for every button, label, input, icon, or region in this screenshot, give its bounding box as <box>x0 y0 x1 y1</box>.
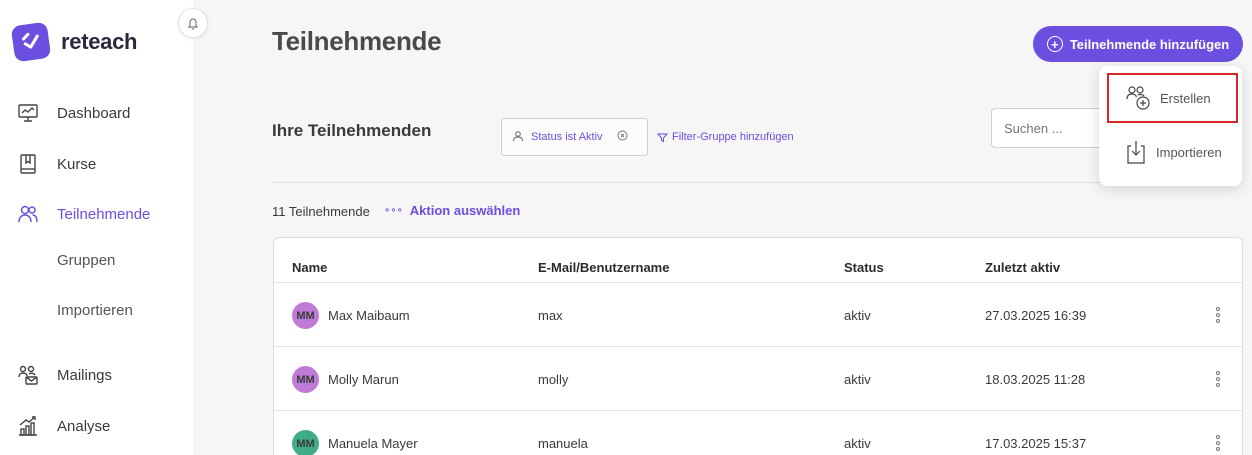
dashboard-icon <box>16 101 40 125</box>
participants-table: Name E-Mail/Benutzername Status Zuletzt … <box>273 237 1243 455</box>
sidebar-item-teilnehmende[interactable]: Teilnehmende <box>0 196 193 232</box>
app-name: reteach <box>61 29 138 54</box>
page-title: Teilnehmende <box>272 26 442 56</box>
sidebar-item-importieren[interactable]: Importieren <box>0 292 193 328</box>
clear-filter-icon[interactable] <box>617 130 628 144</box>
add-participants-button[interactable]: + Teilnehmende hinzufügen <box>1033 26 1243 62</box>
filter-chip-status[interactable]: Status ist Aktiv <box>501 118 648 156</box>
filter-chip-label: Status ist Aktiv <box>531 131 603 143</box>
column-header-status[interactable]: Status <box>844 260 884 275</box>
participant-email: manuela <box>538 436 588 451</box>
notifications-button[interactable] <box>178 8 208 38</box>
participant-last-active: 27.03.2025 16:39 <box>985 308 1087 323</box>
add-participants-label: Teilnehmende hinzufügen <box>1069 36 1230 52</box>
sidebar-item-label: Dashboard <box>57 104 131 122</box>
menu-item-create[interactable]: Erstellen <box>1107 73 1238 123</box>
analytics-icon <box>16 414 40 438</box>
column-header-name[interactable]: Name <box>292 260 327 275</box>
table-row[interactable]: MM Molly Marun molly aktiv 18.03.2025 11… <box>274 346 1242 410</box>
participant-status: aktiv <box>844 436 871 451</box>
plus-circle-icon: + <box>1046 36 1063 52</box>
row-menu-icon[interactable] <box>1210 369 1226 389</box>
sidebar-item-kurse[interactable]: Kurse <box>0 146 193 182</box>
avatar: MM <box>292 302 319 329</box>
book-icon <box>16 152 40 176</box>
row-menu-icon[interactable] <box>1210 305 1226 325</box>
participant-name: Manuela Mayer <box>328 436 418 451</box>
participant-count: 11 Teilnehmende <box>272 204 370 219</box>
add-filter-group-label: Filter-Gruppe hinzufügen <box>672 131 794 143</box>
sidebar-item-label: Analyse <box>57 417 111 435</box>
more-dots-icon: ∘∘∘ <box>384 205 403 216</box>
select-action-button[interactable]: ∘∘∘ Aktion auswählen <box>384 203 520 218</box>
table-row[interactable]: MM Max Maibaum max aktiv 27.03.2025 16:3… <box>274 282 1242 346</box>
add-users-icon <box>1126 85 1152 111</box>
reteach-logo-icon <box>10 21 52 63</box>
sidebar-item-mailings[interactable]: Mailings <box>0 357 193 393</box>
column-header-last-active[interactable]: Zuletzt aktiv <box>985 260 1060 275</box>
participant-last-active: 17.03.2025 15:37 <box>985 436 1087 451</box>
select-action-label: Aktion auswählen <box>409 203 521 218</box>
sidebar-item-label: Mailings <box>57 366 113 384</box>
sidebar-item-gruppen[interactable]: Gruppen <box>0 242 193 278</box>
participant-status: aktiv <box>844 372 871 387</box>
participant-last-active: 18.03.2025 11:28 <box>985 372 1086 387</box>
sidebar-item-dashboard[interactable]: Dashboard <box>0 95 193 131</box>
sidebar-item-label: Teilnehmende <box>57 205 151 223</box>
sidebar: reteach Dashboard Kurse Teilnehmende Gru… <box>0 0 193 455</box>
filter-icon <box>657 133 668 142</box>
participant-name: Max Maibaum <box>328 308 410 323</box>
participant-email: molly <box>538 372 569 387</box>
avatar: MM <box>292 430 319 455</box>
avatar: MM <box>292 366 319 393</box>
add-participants-menu: Erstellen Importieren <box>1099 66 1242 186</box>
participant-email: max <box>538 308 563 323</box>
sidebar-item-label: Gruppen <box>57 251 116 269</box>
users-icon <box>16 202 40 226</box>
sidebar-item-label: Importieren <box>57 301 133 319</box>
section-title: Ihre Teilnehmenden <box>272 121 432 140</box>
divider <box>272 182 1243 183</box>
sidebar-item-label: Kurse <box>57 155 97 173</box>
participant-name: Molly Marun <box>328 372 399 387</box>
participant-status: aktiv <box>844 308 871 323</box>
bell-icon <box>187 17 199 30</box>
menu-item-import[interactable]: Importieren <box>1107 127 1238 177</box>
mailings-icon <box>16 363 40 387</box>
column-header-email[interactable]: E-Mail/Benutzername <box>538 260 669 275</box>
sidebar-item-analyse[interactable]: Analyse <box>0 408 193 444</box>
row-menu-icon[interactable] <box>1210 433 1226 453</box>
menu-item-label: Importieren <box>1156 144 1222 160</box>
menu-item-label: Erstellen <box>1160 90 1211 106</box>
person-icon <box>512 130 524 145</box>
app-logo[interactable]: reteach <box>10 21 138 63</box>
table-row[interactable]: MM Manuela Mayer manuela aktiv 17.03.202… <box>274 410 1242 455</box>
import-icon <box>1124 139 1148 165</box>
add-filter-group-link[interactable]: Filter-Gruppe hinzufügen <box>657 131 794 143</box>
